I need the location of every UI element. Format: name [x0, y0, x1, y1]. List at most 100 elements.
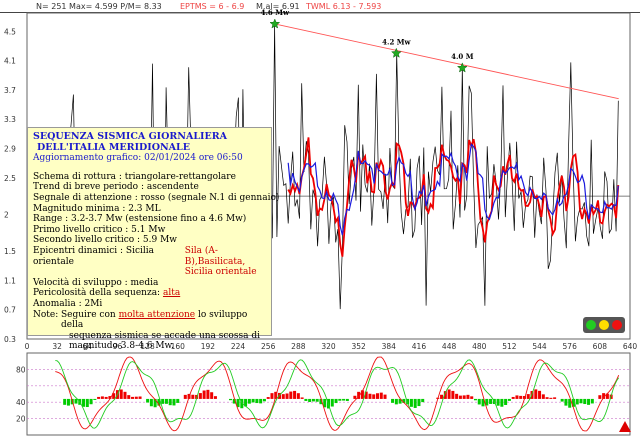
peak-label: 4.6 Mw — [261, 8, 290, 17]
oscillator-bar — [97, 396, 101, 399]
info-row: Range : 3.2-3.7 Mw (estensione fino a 4.… — [33, 214, 247, 225]
oscillator-bar — [342, 398, 346, 401]
oscillator-bar — [315, 398, 319, 402]
y-tick-label: 3.7 — [4, 86, 16, 95]
light-red — [612, 320, 622, 330]
peak-label: 4.0 M — [451, 52, 474, 61]
note-line-2: sequenza sismica se accade una scossa di — [69, 330, 260, 341]
note-highlight: molta attenzione — [118, 309, 196, 320]
oscillator-bar — [296, 393, 300, 399]
oscillator-bar — [210, 392, 214, 399]
oscillator-bar — [462, 395, 466, 399]
sequence-info-box: SEQUENZA SISMICA GIORNALIERA DELL'ITALIA… — [27, 127, 279, 351]
oscillator-bar — [229, 398, 233, 401]
oscillator-bar — [353, 395, 357, 399]
oscillator-bar — [477, 398, 481, 405]
y-tick-label: 1.1 — [4, 276, 16, 285]
x-tick-label: 576 — [563, 342, 578, 351]
oscillator-bar — [123, 391, 127, 399]
velocita-row: Velocità di sviluppo : media — [33, 277, 159, 288]
traffic-light-indicator — [583, 317, 625, 333]
anomalia-row: Anomalia : 2Mi — [33, 298, 103, 309]
x-tick-label: 320 — [321, 342, 336, 351]
oscillator-bar — [368, 393, 372, 399]
oscillator-tick-label: 80 — [16, 365, 26, 374]
note-line-3: magnitudo 3.8-4.6 Mw. — [69, 341, 175, 352]
oscillator-bar — [394, 398, 398, 405]
oscillator-bar — [466, 394, 470, 399]
oscillator-bar — [587, 398, 591, 405]
oscillator-bar — [334, 398, 338, 404]
epicentri-value-2: Sicilia orientale — [184, 267, 257, 278]
oscillator-bar — [507, 398, 511, 401]
info-row: Magnitudo minima : 2.3 ML — [33, 203, 161, 214]
oscillator-bar — [213, 396, 217, 399]
info-row: Secondo livello critico : 5.9 Mw — [33, 235, 178, 246]
oscillator-bar — [183, 394, 187, 399]
x-tick-label: 512 — [502, 342, 517, 351]
epicentri-value-1: Sila (A-B),Basilicata, — [184, 245, 246, 267]
oscillator-bar — [85, 398, 89, 408]
oscillator-bar — [538, 390, 542, 399]
oscillator-bar — [63, 398, 67, 405]
x-tick-label: 640 — [623, 342, 638, 351]
oscillator-bar — [119, 389, 123, 399]
x-tick-label: 608 — [593, 342, 608, 351]
oscillator-bar — [421, 398, 425, 403]
oscillator-bar — [164, 398, 168, 404]
oscillator-bar — [100, 396, 104, 399]
oscillator-bar — [93, 398, 97, 400]
oscillator-bar — [519, 395, 523, 399]
oscillator-bar — [451, 390, 455, 399]
oscillator-bar — [383, 394, 387, 399]
y-tick-label: 0.3 — [4, 335, 16, 344]
epicentri-row: Epicentri dinamici : Sicilia orientale S… — [33, 246, 271, 278]
oscillator-bar — [338, 398, 342, 401]
oscillator-bar — [526, 394, 530, 399]
oscillator-bar — [149, 398, 153, 407]
oscillator-bar — [417, 398, 421, 407]
oscillator-bar — [372, 394, 376, 399]
oscillator-bar — [598, 395, 602, 399]
oscillator-bar — [285, 393, 289, 399]
oscillator-bar — [345, 398, 349, 401]
oscillator-bar — [259, 398, 263, 404]
oscillator-bar — [161, 398, 165, 404]
info-row: Trend di breve periodo : ascendente — [33, 182, 199, 193]
oscillator-bar — [300, 397, 304, 399]
oscillator-bar — [270, 393, 274, 399]
info-title-1: SEQUENZA SISMICA GIORNALIERA — [33, 131, 227, 142]
oscillator-bar — [262, 398, 266, 402]
oscillator-bar — [127, 395, 131, 399]
oscillator-tick-label: 40 — [16, 398, 26, 407]
oscillator-bar — [549, 397, 553, 399]
oscillator-bar — [289, 391, 293, 399]
oscillator-bar — [379, 392, 383, 399]
x-tick-label: 352 — [351, 342, 366, 351]
oscillator-bar — [504, 398, 508, 405]
oscillator-bar — [311, 398, 315, 402]
oscillator-bar — [440, 394, 444, 399]
y-tick-label: 4.5 — [4, 27, 16, 36]
oscillator-bar — [198, 393, 202, 399]
light-yellow — [599, 320, 609, 330]
header-stats: N= 251 Max= 4.599 P/M= 8.33 — [36, 2, 162, 11]
oscillator-bar — [304, 398, 308, 401]
header-eptms: EPTMS = 6 - 6.9 — [180, 2, 244, 11]
oscillator-bar — [134, 396, 138, 399]
oscillator-bar — [489, 398, 493, 404]
oscillator-bar — [138, 396, 142, 399]
epicentri-value: Sila (A-B),Basilicata, Sicilia orientale — [185, 246, 271, 278]
pericolosita-row: Pericolosità della sequenza: alta — [33, 288, 271, 299]
oscillator-bar — [168, 398, 172, 406]
oscillator-bar — [330, 398, 334, 407]
oscillator-bar — [131, 396, 135, 399]
x-tick-label: 416 — [412, 342, 427, 351]
oscillator-bar — [470, 396, 474, 399]
note-label: Note: — [33, 309, 59, 320]
oscillator-bar — [575, 398, 579, 405]
oscillator-bar — [541, 394, 545, 399]
y-tick-label: 2.9 — [4, 145, 16, 154]
oscillator-bar — [590, 398, 594, 404]
oscillator-bar — [255, 398, 259, 404]
